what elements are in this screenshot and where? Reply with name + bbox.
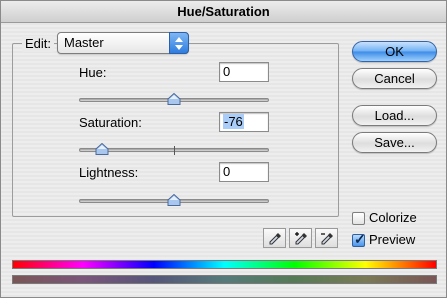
eyedropper-icon <box>269 233 281 245</box>
edit-channel-select[interactable]: Master <box>57 32 189 54</box>
colorize-checkbox[interactable] <box>352 212 365 225</box>
eyedropper-minus-icon <box>321 233 333 245</box>
checkmark-icon: ✓ <box>354 231 366 247</box>
hue-label: Hue: <box>79 65 107 80</box>
hue-slider-thumb[interactable] <box>167 93 181 105</box>
cancel-button[interactable]: Cancel <box>352 68 437 89</box>
ok-button[interactable]: OK <box>352 41 437 62</box>
input-hue-bar <box>12 260 437 269</box>
load-button[interactable]: Load... <box>352 105 437 126</box>
saturation-center-tick <box>174 146 175 155</box>
eyedropper-plus-icon <box>295 232 307 245</box>
preview-checkbox[interactable]: ✓ <box>352 231 366 247</box>
lightness-label: Lightness: <box>79 165 139 180</box>
eyedropper-button[interactable] <box>263 228 286 248</box>
eyedropper-subtract-button[interactable] <box>315 228 338 248</box>
colorize-label[interactable]: Colorize <box>369 210 417 226</box>
edit-channel-value: Master <box>64 35 104 50</box>
adjustment-group <box>12 43 339 217</box>
hue-saturation-dialog: Hue/Saturation Edit: Master Hue: 0 Satur… <box>0 0 447 298</box>
saturation-slider-thumb[interactable] <box>95 143 109 155</box>
lightness-slider-thumb[interactable] <box>167 194 181 206</box>
edit-label: Edit: <box>22 36 55 52</box>
select-arrows-icon <box>169 32 189 54</box>
preview-label[interactable]: Preview <box>369 232 415 248</box>
eyedropper-add-button[interactable] <box>289 228 312 248</box>
output-hue-bar <box>12 275 437 284</box>
saturation-input[interactable]: -76 <box>219 112 269 132</box>
lightness-input[interactable]: 0 <box>219 162 269 182</box>
window-title: Hue/Saturation <box>1 1 446 23</box>
hue-input[interactable]: 0 <box>219 62 269 82</box>
saturation-value: -76 <box>223 114 244 129</box>
save-button[interactable]: Save... <box>352 132 437 153</box>
saturation-label: Saturation: <box>79 115 142 130</box>
